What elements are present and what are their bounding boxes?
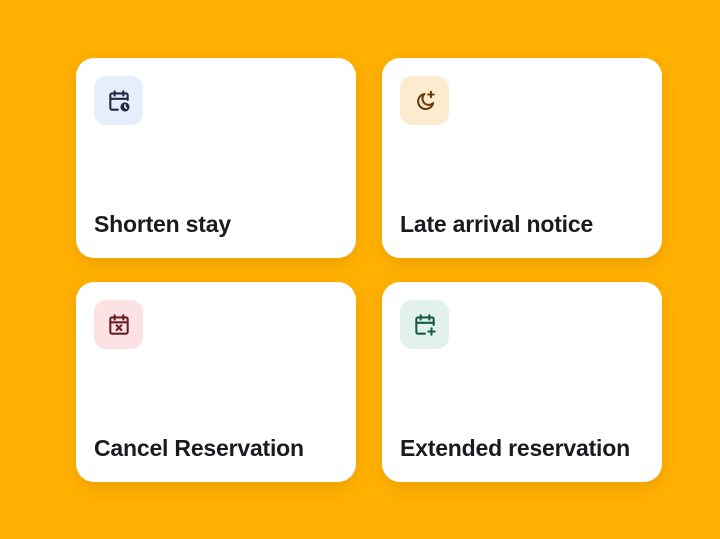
shorten-stay-card[interactable]: Shorten stay (76, 58, 356, 258)
late-arrival-icon-tile (400, 76, 449, 125)
late-arrival-notice-label: Late arrival notice (400, 211, 594, 237)
cancel-reservation-card[interactable]: Cancel Reservation (76, 282, 356, 482)
quick-actions-grid: Shorten stay Late arrival notice Cancel … (0, 0, 720, 539)
calendar-x-icon (108, 313, 129, 335)
cancel-reservation-label: Cancel Reservation (94, 435, 304, 461)
late-arrival-notice-card[interactable]: Late arrival notice (382, 58, 662, 258)
extended-reservation-label: Extended reservation (400, 435, 630, 461)
moon-star-icon (416, 90, 435, 110)
shorten-stay-icon-tile (94, 76, 143, 125)
shorten-stay-label: Shorten stay (94, 211, 231, 237)
calendar-clock-icon (108, 89, 130, 112)
cancel-reservation-icon-tile (94, 300, 143, 349)
calendar-plus-icon (414, 313, 436, 336)
extended-reservation-card[interactable]: Extended reservation (382, 282, 662, 482)
extended-reservation-icon-tile (400, 300, 449, 349)
